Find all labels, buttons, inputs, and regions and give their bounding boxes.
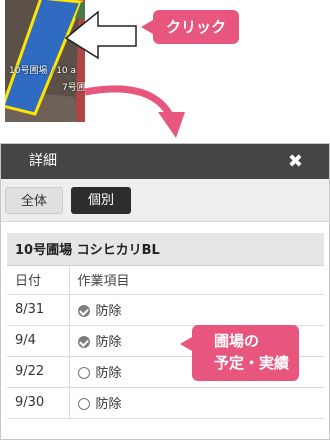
callout-line-1: 圃場の <box>214 332 260 350</box>
plan-actual-callout: 圃場の 予定・実績 <box>180 325 299 381</box>
row-task: 防除 <box>95 335 122 350</box>
header-task: 作業項目 <box>69 265 324 295</box>
row-task: 防除 <box>95 397 122 412</box>
header-date: 日付 <box>7 265 70 295</box>
table-header-row: 日付 作業項目 <box>7 265 324 295</box>
tab-all[interactable]: 全体 <box>5 187 63 214</box>
tab-individual[interactable]: 個別 <box>71 187 131 214</box>
row-task-cell: 防除 <box>69 294 324 326</box>
close-icon[interactable]: ✖ <box>288 144 303 179</box>
check-circle-icon <box>77 305 90 317</box>
tab-content: 10号圃場 コシヒカリBL 日付 作業項目 8/31 防除 9/4 防除 9/2… <box>1 222 329 419</box>
tab-bar: 全体 個別 <box>1 179 329 222</box>
row-task: 防除 <box>95 366 122 381</box>
check-circle-icon <box>77 336 90 348</box>
empty-circle-icon <box>77 398 90 410</box>
row-task: 防除 <box>95 304 122 319</box>
click-callout-text: クリック <box>165 18 226 36</box>
click-callout: クリック <box>141 10 239 44</box>
panel-title: 詳細 <box>29 153 57 169</box>
table-caption: 10号圃場 コシヒカリBL <box>7 233 324 266</box>
table-row[interactable]: 9/30 防除 <box>7 387 324 419</box>
row-date: 9/4 <box>7 325 70 357</box>
row-date: 9/22 <box>7 356 70 388</box>
curved-arrow-icon <box>84 85 174 117</box>
details-panel: 詳細 ✖ 全体 個別 10号圃場 コシヒカリBL 日付 作業項目 8/31 防除… <box>0 143 330 440</box>
table-caption-row: 10号圃場 コシヒカリBL <box>7 233 324 266</box>
row-task-cell: 防除 <box>69 387 324 419</box>
row-date: 8/31 <box>7 294 70 326</box>
row-date: 9/30 <box>7 387 70 419</box>
empty-circle-icon <box>77 367 90 379</box>
panel-header: 詳細 ✖ <box>1 144 329 179</box>
table-row[interactable]: 8/31 防除 <box>7 294 324 326</box>
pointer-arrow-icon <box>64 10 137 60</box>
callout-line-2: 予定・実績 <box>214 354 290 372</box>
